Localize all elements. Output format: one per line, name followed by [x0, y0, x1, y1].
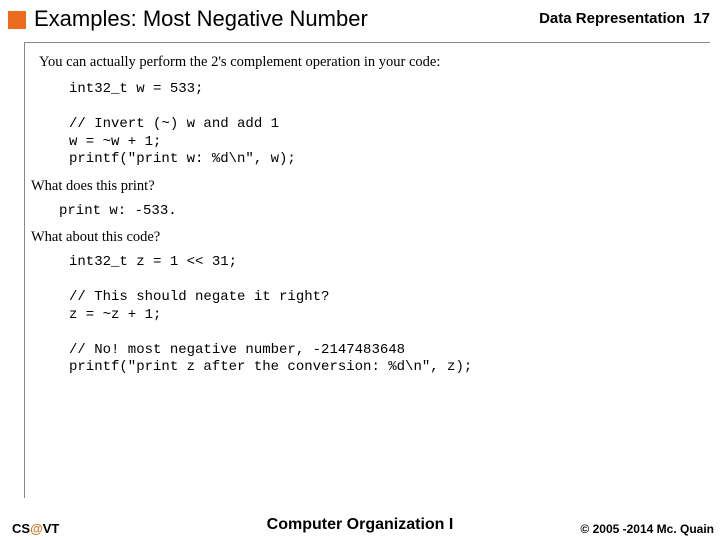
question-2: What about this code? [31, 228, 700, 246]
chapter-label: Data Representation 17 [539, 6, 710, 27]
code-line: printf("print w: %d\n", w); [69, 151, 296, 167]
question-1: What does this print? [31, 177, 700, 195]
code-line: // This should negate it right? [69, 289, 329, 305]
slide-header: Examples: Most Negative Number Data Repr… [0, 0, 720, 36]
code-block-2: int32_t z = 1 << 31; // This should nega… [69, 254, 700, 377]
code-line: w = ~w + 1; [69, 134, 161, 150]
code-line: int32_t z = 1 << 31; [69, 254, 237, 270]
bullet-icon [8, 11, 26, 29]
content-area: You can actually perform the 2's complem… [24, 42, 710, 498]
footer-course: Computer Organization I [267, 516, 454, 534]
code-line: z = ~z + 1; [69, 307, 161, 323]
output-1: print w: -533. [59, 203, 700, 221]
page-number: 17 [693, 10, 710, 27]
code-line: printf("print z after the conversion: %d… [69, 359, 472, 375]
chapter-text: Data Representation [539, 10, 685, 27]
intro-text: You can actually perform the 2's complem… [39, 53, 700, 71]
footer-copyright: © 2005 -2014 Mc. Quain [580, 522, 714, 536]
org-suffix: VT [43, 521, 60, 536]
code-block-1: int32_t w = 533; // Invert (~) w and add… [69, 81, 700, 169]
code-line: int32_t w = 533; [69, 81, 203, 97]
slide-title: Examples: Most Negative Number [34, 6, 368, 32]
org-at: @ [30, 521, 43, 536]
org-prefix: CS [12, 521, 30, 536]
title-group: Examples: Most Negative Number [8, 6, 368, 32]
code-line: // Invert (~) w and add 1 [69, 116, 279, 132]
code-line: // No! most negative number, -2147483648 [69, 342, 405, 358]
slide-footer: CS@VT Computer Organization I © 2005 -20… [0, 521, 720, 536]
footer-org: CS@VT [12, 521, 59, 536]
